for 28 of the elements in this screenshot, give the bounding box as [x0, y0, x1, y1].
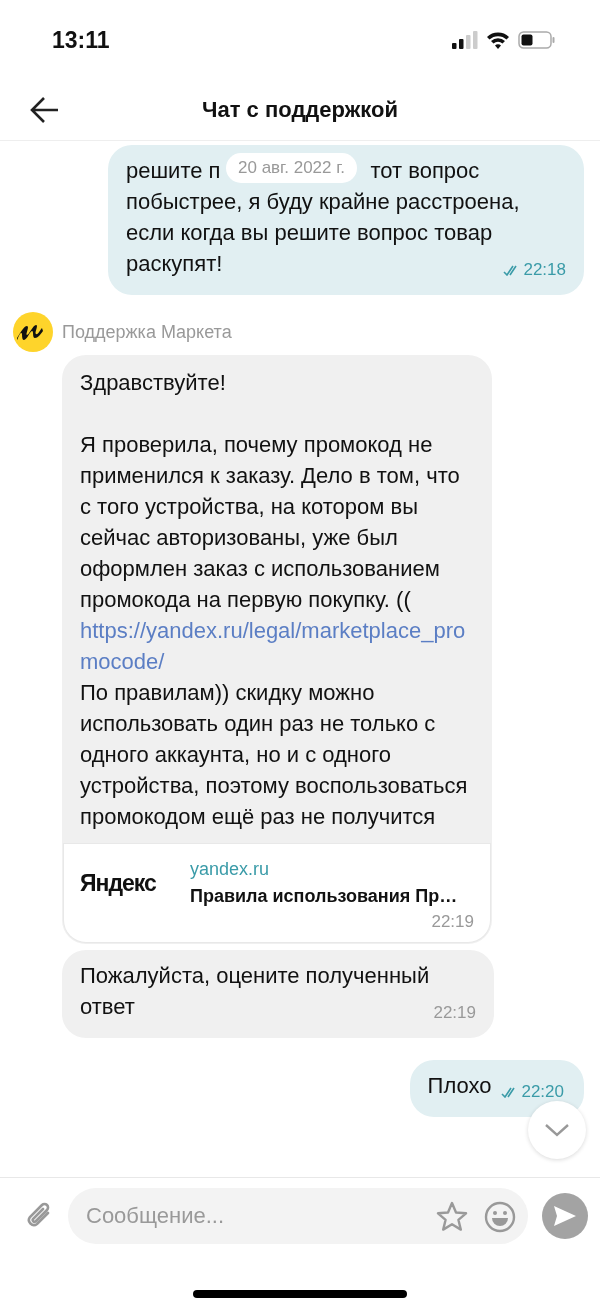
chat-title: Чат с поддержкой: [202, 97, 398, 123]
smiley-icon[interactable]: [484, 1201, 516, 1233]
date-label: 20 авг. 2022 г.: [226, 153, 358, 183]
message-input[interactable]: Сообщение...: [68, 1188, 528, 1244]
message-text: Пожалуйста, оцените полученный ответ: [80, 963, 430, 1019]
logo-icon: [12, 311, 54, 353]
preview-domain: yandex.ru: [190, 858, 271, 881]
message-text: тот вопрос: [370, 157, 480, 185]
message-time: 22:19: [431, 911, 474, 933]
message-time: 22:19: [433, 1002, 476, 1024]
status-time: 13:11: [52, 26, 110, 54]
message-text: Здравствуйте! Я проверила, почему промокод не применился к заказу. Дело в том, что с того устройства, на котором вы сейчас авторизованы, уже был оформлен заказ с использованием промокода на первую покупку. (( https://yandex.ru/legal/marketplace_promocode/ По правилам)) скидку можно использовать один раз не только с одного аккаунта, но и с одного устройства, поэтому воспользоваться промокодом ещё раз не получится: [80, 367, 474, 832]
message-link[interactable]: https://yandex.ru/legal/marketplace_promocode/: [80, 615, 474, 677]
site-logo: Яндекс: [80, 868, 157, 898]
preview-title: Правила использования Пр…: [190, 885, 459, 908]
chevron-down-icon: [544, 1122, 570, 1138]
scroll-down-button[interactable]: [528, 1101, 586, 1159]
back-arrow-icon[interactable]: [30, 96, 60, 124]
message-text: Плохо: [427, 1073, 492, 1098]
star-icon[interactable]: [436, 1201, 468, 1231]
signal-icon: [452, 31, 478, 49]
sender-name: Поддержка Маркета: [62, 321, 232, 343]
wifi-icon: [486, 31, 510, 49]
send-icon: [553, 1205, 577, 1227]
message-text: решите п: [126, 157, 221, 185]
link-preview[interactable]: Яндекс yandex.ru Правила использования Пр… 22:19: [64, 844, 490, 942]
send-button[interactable]: [542, 1193, 588, 1239]
battery-icon: [518, 31, 556, 49]
